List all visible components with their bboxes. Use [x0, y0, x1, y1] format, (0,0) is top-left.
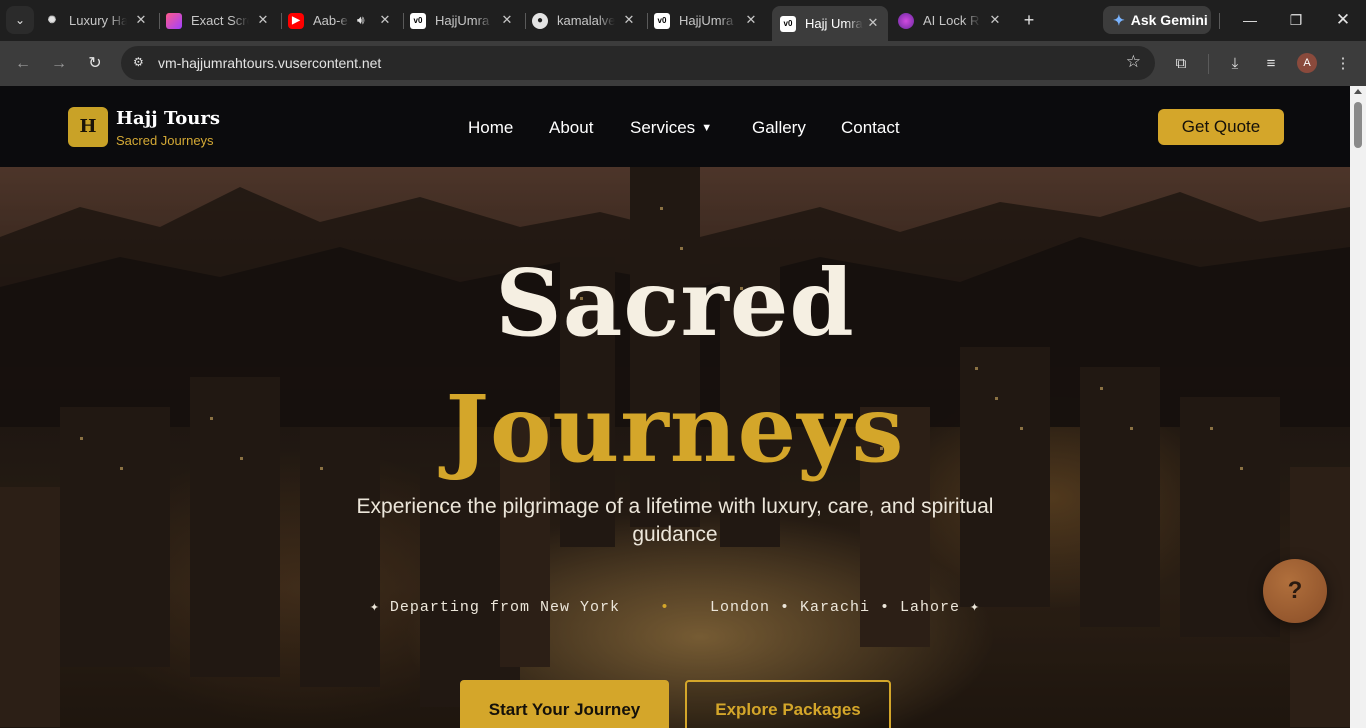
- reload-button[interactable]: ↻: [82, 51, 108, 77]
- tab-title: AI Lock R: [923, 13, 980, 28]
- explore-packages-button[interactable]: Explore Packages: [685, 680, 891, 728]
- site-header: H Hajj Tours Sacred Journeys Home About …: [0, 86, 1350, 167]
- v0-icon: v0: [410, 12, 426, 29]
- help-button[interactable]: ?: [1263, 559, 1327, 623]
- departing-prefix: ✦ Departing from New York: [369, 599, 620, 616]
- arrow-left-icon: ←: [15, 55, 31, 72]
- close-tab-icon[interactable]: ✕: [620, 11, 638, 29]
- v0-icon: v0: [654, 12, 670, 29]
- scroll-up-arrow-icon[interactable]: [1354, 89, 1362, 94]
- nav-services[interactable]: Services ▼: [630, 118, 712, 138]
- close-icon: ✕: [1335, 10, 1351, 29]
- tab-title: Hajj Umra: [805, 16, 863, 31]
- departing-cities-list: London • Karachi • Lahore ✦: [710, 599, 981, 616]
- close-tab-icon[interactable]: ✕: [986, 11, 1004, 29]
- browser-tab[interactable]: v0 HajjUmra ✕: [654, 6, 766, 35]
- site-info-icon[interactable]: ⚙: [133, 55, 149, 71]
- reload-icon: ↻: [88, 55, 102, 72]
- close-tab-icon[interactable]: ✕: [742, 11, 760, 29]
- arrow-right-icon: →: [51, 55, 67, 72]
- get-quote-button[interactable]: Get Quote: [1158, 109, 1284, 145]
- speaker-icon[interactable]: 🔊︎: [357, 13, 365, 28]
- nav-gallery[interactable]: Gallery: [752, 118, 806, 138]
- close-window-button[interactable]: ✕: [1331, 8, 1355, 32]
- close-tab-icon[interactable]: ✕: [132, 11, 150, 29]
- tab-title: HajjUmra: [435, 13, 490, 28]
- logo-mark[interactable]: H: [68, 107, 108, 147]
- browser-tab[interactable]: AI Lock R ✕: [898, 6, 1010, 35]
- hero-title-line1: Sacred: [495, 249, 855, 357]
- new-tab-button[interactable]: +: [1018, 9, 1040, 31]
- close-tab-icon[interactable]: ✕: [376, 11, 394, 29]
- start-journey-button[interactable]: Start Your Journey: [460, 680, 669, 728]
- tab-title: HajjUmra: [679, 13, 734, 28]
- restore-icon: ❐: [1289, 12, 1303, 28]
- extensions-icon[interactable]: ⧉: [1170, 53, 1192, 75]
- heart-app-icon: [166, 12, 182, 29]
- tab-title: kamalalve: [557, 13, 615, 28]
- nav-home[interactable]: Home: [468, 118, 513, 138]
- forward-button[interactable]: →: [46, 51, 72, 77]
- scrollbar-thumb[interactable]: [1354, 102, 1362, 148]
- page-viewport: H Hajj Tours Sacred Journeys Home About …: [0, 86, 1350, 728]
- tab-title: Aab-e: [313, 13, 348, 28]
- hero-title-line2: Journeys: [445, 375, 905, 483]
- back-button[interactable]: ←: [10, 51, 36, 77]
- url-text[interactable]: vm-hajjumrahtours.vusercontent.net: [158, 55, 381, 71]
- v0-icon: v0: [780, 15, 796, 32]
- plus-icon: +: [1023, 10, 1035, 30]
- nav-services-label: Services: [630, 118, 696, 137]
- tab-title: Luxury Ha: [69, 13, 127, 28]
- download-icon[interactable]: ⤓: [1224, 53, 1246, 75]
- nav-contact[interactable]: Contact: [841, 118, 900, 138]
- nav-about[interactable]: About: [549, 118, 593, 138]
- restore-button[interactable]: ❐: [1284, 8, 1308, 32]
- tab-title: Exact Scre: [191, 13, 249, 28]
- browser-tab[interactable]: Exact Scre ✕: [166, 6, 278, 35]
- browser-tabstrip: ⌄ ✺ Luxury Ha ✕ Exact Scre ✕ ▶ Aab-e 🔊︎ …: [0, 0, 1366, 41]
- chevron-down-icon: ▼: [701, 122, 713, 134]
- gemini-label: Ask Gemini: [1130, 12, 1208, 28]
- browser-tab[interactable]: ● kamalalve ✕: [532, 6, 644, 35]
- close-tab-icon[interactable]: ✕: [254, 11, 272, 29]
- github-icon: ●: [532, 12, 548, 29]
- profile-avatar[interactable]: A: [1297, 53, 1317, 73]
- close-tab-icon[interactable]: ✕: [864, 14, 882, 32]
- browser-tab[interactable]: v0 HajjUmra ✕: [410, 6, 522, 35]
- more-menu-icon[interactable]: ⋮: [1332, 53, 1354, 75]
- minimize-icon: —: [1243, 12, 1257, 28]
- brand-name[interactable]: Hajj Tours: [116, 108, 220, 129]
- media-control-icon[interactable]: ≡: [1260, 53, 1282, 75]
- departure-cities: ✦ Departing from New York • London • Kar…: [0, 597, 1350, 616]
- brand-tagline: Sacred Journeys: [116, 133, 214, 148]
- browser-tab[interactable]: ✺ Luxury Ha ✕: [44, 6, 156, 35]
- browser-tab[interactable]: ▶ Aab-e 🔊︎ ✕: [288, 6, 400, 35]
- page-scrollbar[interactable]: [1350, 86, 1366, 728]
- hero-subtitle: Experience the pilgrimage of a lifetime …: [356, 495, 994, 546]
- browser-toolbar: ← → ↻ ⚙ vm-hajjumrahtours.vusercontent.n…: [0, 41, 1366, 86]
- close-tab-icon[interactable]: ✕: [498, 11, 516, 29]
- bookmark-star-icon[interactable]: ☆: [1126, 52, 1141, 72]
- hero-section: Sacred Journeys Experience the pilgrimag…: [0, 167, 1350, 728]
- separator-dot: •: [659, 599, 670, 616]
- address-bar[interactable]: ⚙ vm-hajjumrahtours.vusercontent.net ☆: [121, 46, 1155, 80]
- minimize-button[interactable]: —: [1238, 8, 1262, 32]
- ask-gemini-button[interactable]: ✦ Ask Gemini: [1103, 6, 1211, 34]
- gemini-sparkle-icon: ✦: [1113, 11, 1125, 28]
- youtube-icon: ▶: [288, 12, 304, 29]
- browser-tab-active[interactable]: v0 Hajj Umra ✕: [772, 6, 888, 41]
- tab-search-button[interactable]: ⌄: [6, 6, 34, 34]
- openai-icon: ✺: [47, 15, 57, 26]
- chevron-down-icon: ⌄: [14, 13, 26, 27]
- lock-app-icon: [898, 12, 914, 29]
